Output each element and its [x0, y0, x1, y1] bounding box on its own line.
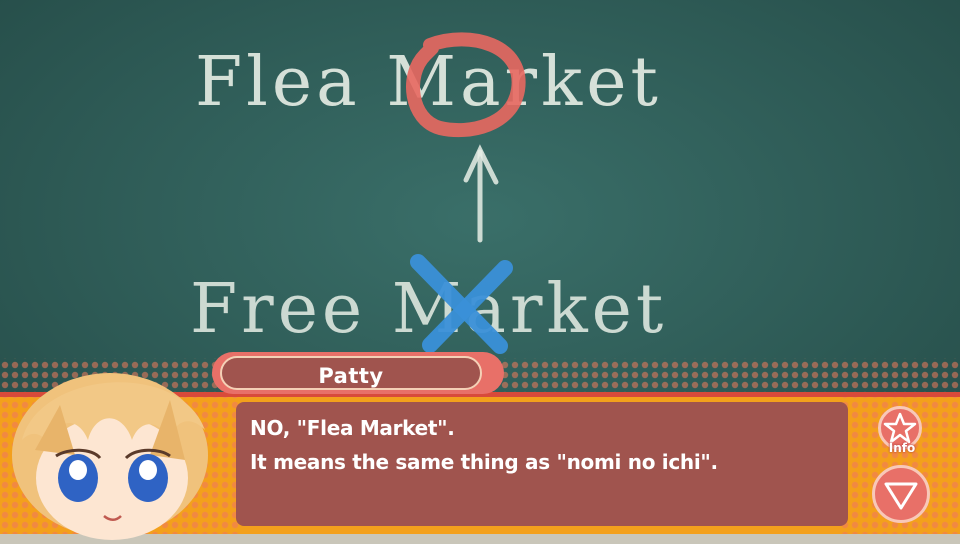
dialog-panel-bottom	[0, 534, 960, 544]
dialog-line-1: NO, "Flea Market".	[250, 416, 455, 440]
down-triangle-icon	[884, 482, 918, 510]
dialog-text-box[interactable]: NO, "Flea Market". It means the same thi…	[236, 402, 848, 526]
advance-dialog-button[interactable]	[872, 465, 930, 523]
speaker-name: Patty	[318, 364, 384, 388]
dialog-line-2: It means the same thing as "nomi no ichi…	[250, 450, 718, 474]
info-button-label: Info	[888, 441, 916, 455]
speaker-name-plate: Patty	[212, 352, 504, 394]
speaker-name-plate-inner: Patty	[220, 356, 482, 390]
